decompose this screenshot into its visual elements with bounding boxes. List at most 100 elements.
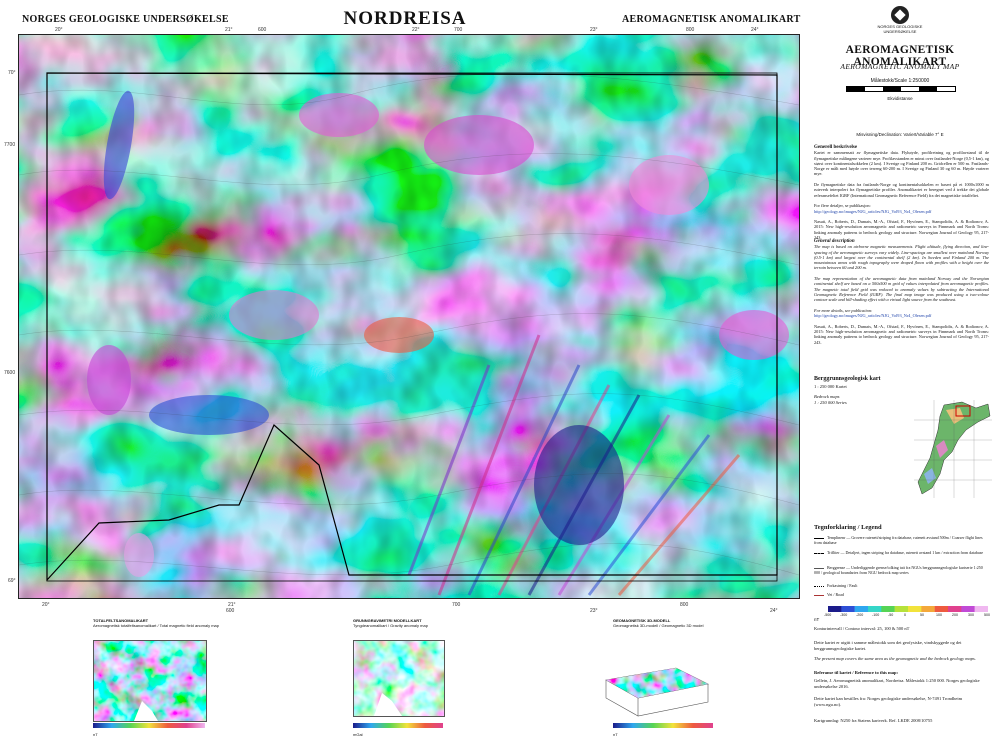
colour-scale-tick-label: 0 bbox=[904, 613, 906, 617]
inset-map-gravity[interactable] bbox=[353, 640, 445, 717]
note-en: The present map covers the same area as … bbox=[814, 656, 976, 661]
inset-colour-scale bbox=[613, 723, 713, 728]
road-symbol bbox=[814, 594, 824, 596]
inset-map-total-field[interactable] bbox=[93, 640, 207, 722]
colour-scale-tick-label: -300 bbox=[840, 613, 848, 617]
contour-interval: Konturintervall / Contour interval: 25, … bbox=[814, 626, 910, 631]
inset-title: TOTALFELTSANOMALIKART Aeromagnetisk total… bbox=[93, 618, 219, 628]
fault-symbol bbox=[814, 585, 824, 587]
colour-scale-swatch bbox=[921, 606, 935, 612]
colour-scale-tick-label: 300 bbox=[968, 613, 974, 617]
hillshade-layer bbox=[19, 35, 799, 598]
grid-label-bottom: 800 bbox=[680, 602, 689, 608]
grid-label-top-km: 800 bbox=[686, 27, 695, 33]
colour-scale-tick-label: -200 bbox=[856, 613, 864, 617]
bedrock-sub: Bedrock maps bbox=[814, 394, 840, 399]
grid-label-left: 7700 bbox=[4, 142, 16, 148]
boundary-symbol bbox=[814, 567, 824, 569]
grid-label-bottom: 600 bbox=[226, 608, 235, 614]
colour-scale-ticks: -500 -300 -200 -100 -50 0 50 100 200 300 500 bbox=[824, 613, 990, 618]
inset-title: GEOMAGNETISK 3D-MODELL Geomagnetisk 3D-mo… bbox=[613, 618, 704, 628]
flight-line-symbol bbox=[814, 537, 824, 539]
colour-scale-tick-label: 50 bbox=[920, 613, 924, 617]
inset-unit: nT bbox=[613, 732, 618, 737]
grid-label-top: 21° bbox=[225, 27, 233, 33]
bedrock-scale: 1 : 250 000 Kartet bbox=[814, 384, 847, 389]
colour-scale-tick-label: -100 bbox=[872, 613, 880, 617]
grid-label-bottom: 23° bbox=[590, 608, 598, 614]
grid-label-bottom: 20° bbox=[42, 602, 50, 608]
bedrock-sub2: 1 : 250 000 Series bbox=[814, 400, 847, 405]
colour-scale-swatch bbox=[974, 606, 988, 612]
agency-title: NORGES GEOLOGISKE UNDERSØKELSE bbox=[22, 14, 229, 25]
colour-scale-swatch bbox=[868, 606, 882, 612]
ngu-logo-icon bbox=[891, 6, 909, 24]
scale-bar bbox=[846, 86, 956, 92]
inset-map-canvas bbox=[354, 641, 444, 716]
colour-scale-swatch bbox=[961, 606, 975, 612]
order-text: Dette kartet kan bestilles fra: Norges g… bbox=[814, 696, 963, 707]
grid-label-left: 7600 bbox=[4, 370, 16, 376]
inset-3d-model[interactable] bbox=[596, 650, 716, 720]
scale-unit: nT bbox=[814, 617, 820, 622]
grid-label-left: 70° bbox=[8, 70, 16, 76]
bedrock-title: Berggrunnsgeologisk kart bbox=[814, 376, 881, 382]
reference-title: Referanse til kartet / Reference to this… bbox=[814, 670, 899, 675]
colour-scale-swatch bbox=[894, 606, 909, 612]
map-info-panel: NORGES GEOLOGISKE UNDERSØKELSE AEROMAGNE… bbox=[806, 6, 994, 746]
grid-label-left: 69° bbox=[8, 578, 16, 584]
general-description-en: General description The map is based on … bbox=[814, 239, 989, 345]
grid-label-top: 24° bbox=[751, 27, 759, 33]
colour-scale-swatch bbox=[841, 606, 855, 612]
ngu-logo: NORGES GEOLOGISKE UNDERSØKELSE bbox=[876, 6, 924, 34]
declination-label: Misvisning/Declination: Variert/Variable… bbox=[856, 132, 944, 137]
colour-scale-swatch bbox=[828, 606, 842, 612]
map-scale-text: Målestokk/Scale 1:250000 bbox=[870, 78, 930, 84]
inset-3d-canvas bbox=[605, 667, 709, 717]
grid-label-top-km: 600 bbox=[258, 27, 267, 33]
colour-scale-swatch bbox=[908, 606, 922, 612]
inset-title: GRUNNGRAVIMETRI MODELLKART Tyngdeanomalik… bbox=[353, 618, 428, 628]
inset-unit: nT bbox=[93, 732, 98, 737]
colour-scale-tick-label: 200 bbox=[952, 613, 958, 617]
inset-colour-scale bbox=[353, 723, 443, 728]
aeromagnetic-map[interactable] bbox=[18, 34, 800, 599]
norway-index-map[interactable] bbox=[914, 400, 992, 498]
legend-item: Templinenr — Grovere rutenett/striping f… bbox=[814, 535, 983, 545]
colour-scale-tick-label: 500 bbox=[984, 613, 990, 617]
colour-scale-tick-label: -500 bbox=[824, 613, 832, 617]
general-description-no: Generell beskrivelse Kartet er sammensat… bbox=[814, 145, 989, 241]
colour-scale-tick-label: -50 bbox=[888, 613, 894, 617]
publication-link[interactable]: http://geology.no/images/NJG_articles/NJ… bbox=[814, 209, 931, 214]
colour-scale-swatch bbox=[854, 606, 869, 612]
grid-label-top: 22° bbox=[412, 27, 420, 33]
grid-label-top-km: 700 bbox=[454, 27, 463, 33]
publication-link[interactable]: http://geology.no/images/NJG_articles/NJ… bbox=[814, 313, 931, 318]
inset-colour-scale bbox=[93, 723, 205, 728]
colour-scale-swatch bbox=[881, 606, 895, 612]
map-type-title: AEROMAGNETISK ANOMALIKART bbox=[622, 14, 801, 25]
anomaly-colour-scale bbox=[828, 606, 988, 612]
legend-item: Vei / Road bbox=[814, 592, 989, 598]
reference-text: Gellein, J. Aeromagnetisk anomalikart, N… bbox=[814, 678, 980, 689]
ngu-logo-text: NORGES GEOLOGISKE UNDERSØKELSE bbox=[877, 24, 923, 34]
colour-scale-swatch bbox=[948, 606, 962, 612]
legend-item: Trifliter — Detaljert, ingen striping fr… bbox=[814, 550, 989, 556]
inset-map-canvas bbox=[94, 641, 206, 721]
legend-title: Tegnforklaring / Legend bbox=[814, 524, 882, 531]
equidistance-label: Ekvidistanse bbox=[887, 96, 913, 101]
kartgrunnlag: Kartgrunnlag: N250 fra Statens kartverk.… bbox=[814, 718, 933, 723]
grid-label-top: 20° bbox=[55, 27, 63, 33]
anomaly-map-canvas[interactable] bbox=[19, 35, 799, 598]
panel-subtitle: AEROMAGNETIC ANOMALY MAP bbox=[840, 62, 960, 71]
grid-label-bottom: 24° bbox=[770, 608, 778, 614]
flight-line-symbol bbox=[814, 552, 824, 554]
inset-unit: mGal bbox=[353, 732, 363, 737]
grid-label-top: 23° bbox=[590, 27, 598, 33]
colour-scale-tick-label: 100 bbox=[936, 613, 942, 617]
legend-item: Berggrense — Underliggende grense/tolkin… bbox=[814, 565, 983, 575]
grid-label-bottom: 700 bbox=[452, 602, 461, 608]
legend-item: Forkastning / Fault bbox=[814, 583, 989, 589]
colour-scale-swatch bbox=[934, 606, 949, 612]
note-no: Dette kartet er utgitt i samme målestokk… bbox=[814, 640, 962, 651]
